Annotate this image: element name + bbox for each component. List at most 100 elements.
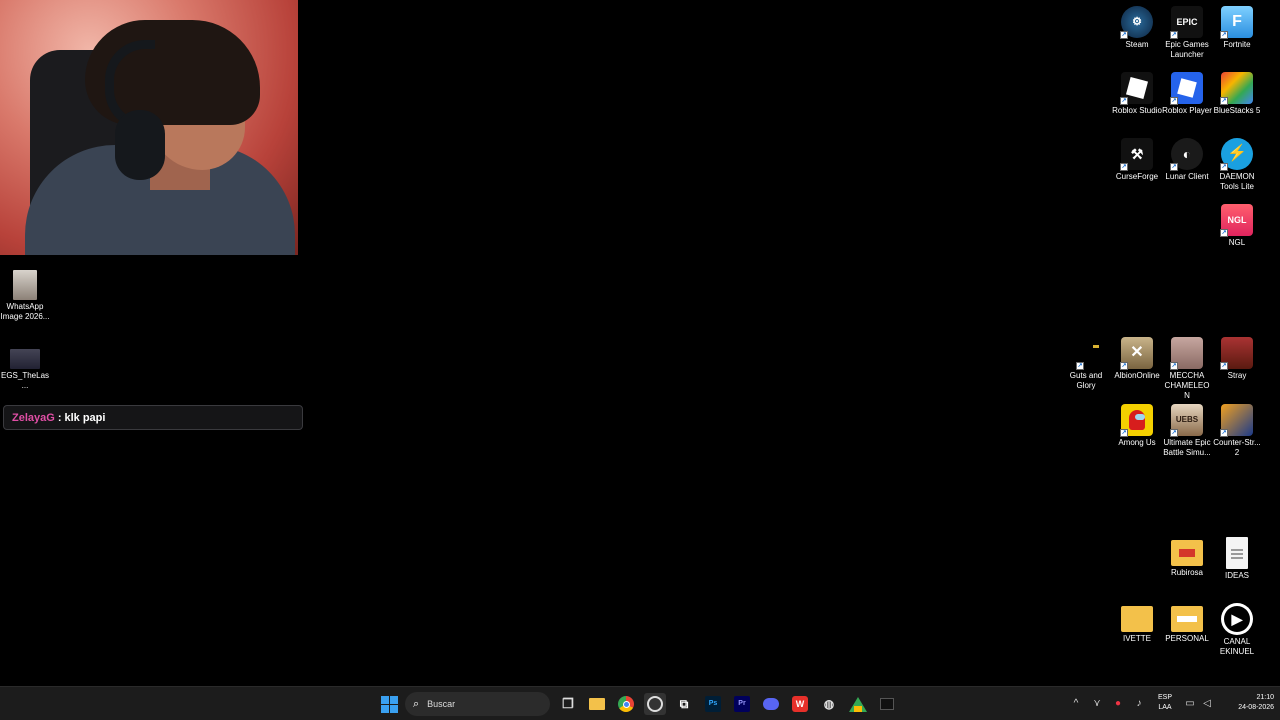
desktop-icon-label: Fortnite	[1223, 40, 1251, 49]
chrome-icon	[618, 696, 634, 712]
desktop-icon-personal[interactable]: PERSONAL	[1162, 603, 1212, 644]
webcam-overlay	[0, 0, 298, 255]
headphone-icon	[115, 110, 165, 180]
desktop-icon-label: Epic Games Launcher	[1165, 40, 1209, 59]
volume-icon[interactable]: ◁	[1200, 697, 1214, 711]
desktop-icon-uebs2[interactable]: UEBS ↗ Ultimate Epic Battle Simu...	[1162, 404, 1212, 458]
desktop-icon-curseforge[interactable]: ⚒ ↗ CurseForge	[1112, 138, 1162, 182]
stray-icon: ↗	[1220, 337, 1253, 370]
lightning-icon: ⚡ ↗	[1220, 138, 1253, 171]
task-view-icon: ❐	[562, 696, 574, 711]
photoshop-button[interactable]: Ps	[702, 693, 724, 715]
start-button[interactable]	[378, 693, 400, 715]
premiere-icon: Pr	[734, 696, 750, 712]
desktop-icon-egs-thelas[interactable]: EGS_TheLas...	[0, 349, 50, 391]
clock-date: 24-08-2026	[1238, 704, 1274, 711]
desktop-icon-albion-online[interactable]: ✕ ↗ AlbionOnline	[1112, 337, 1162, 381]
desktop-icon-bluestacks[interactable]: ↗ BlueStacks 5	[1212, 72, 1262, 116]
desktop-icon-label: IDEAS	[1224, 571, 1249, 580]
desktop-icon-steam[interactable]: ⚙ ↗ Steam	[1112, 6, 1162, 50]
google-drive-button[interactable]	[847, 693, 869, 715]
photoshop-icon: Ps	[705, 696, 721, 712]
desktop-icon-label: Guts and Glory	[1069, 371, 1103, 390]
desktop-icon-label: Lunar Client	[1165, 172, 1209, 181]
clock[interactable]: 21:10 24-08-2026	[1228, 693, 1274, 713]
lunar-client-icon: ◐ ↗	[1170, 138, 1203, 171]
network-tray-icon[interactable]: ⋎	[1090, 697, 1104, 711]
chat-separator: :	[57, 411, 62, 424]
search-box[interactable]: ⌕ Buscar	[405, 692, 550, 716]
lunar-client-taskbar-button[interactable]: ◍	[818, 693, 840, 715]
epic-games-icon: EPIC ↗	[1170, 6, 1203, 39]
desktop-icon-roblox-studio[interactable]: ↗ Roblox Studio	[1112, 72, 1162, 116]
desktop-icon-roblox-player[interactable]: ↗ Roblox Player	[1162, 72, 1212, 116]
desktop-icon-whatsapp-image[interactable]: WhatsApp Image 2026...	[0, 270, 50, 322]
play-icon: ▶	[1221, 603, 1253, 635]
epic-glyph: EPIC	[1176, 17, 1198, 27]
input-language[interactable]: ESP LAA	[1152, 693, 1178, 713]
desktop-icon-label: AlbionOnline	[1114, 371, 1160, 380]
discord-button[interactable]	[760, 693, 782, 715]
premiere-button[interactable]: Pr	[731, 693, 753, 715]
desktop-icon-lunar-client[interactable]: ◐ ↗ Lunar Client	[1162, 138, 1212, 182]
fortnite-icon: F ↗	[1220, 6, 1253, 39]
search-icon: ⌕	[413, 697, 420, 710]
desktop-icon-stray[interactable]: ↗ Stray	[1212, 337, 1262, 381]
desktop-icon-label: IVETTE	[1122, 634, 1151, 643]
folder-icon	[1171, 606, 1203, 632]
desktop-icon-meccha-chameleon[interactable]: ↗ MECCHA CHAMELEON	[1162, 337, 1212, 401]
wps-button[interactable]: W	[789, 693, 811, 715]
file-explorer-button[interactable]	[586, 693, 608, 715]
chat-text: klk papi	[64, 411, 106, 424]
desktop-icon-counter-strike[interactable]: ↗ Counter-Str... 2	[1212, 404, 1262, 458]
windows-icon	[380, 695, 398, 713]
fortnite-glyph: F	[1232, 13, 1242, 30]
bluestacks-icon: ↗	[1220, 72, 1253, 105]
chrome-button[interactable]	[615, 693, 637, 715]
desktop-icon-label: EGS_TheLas...	[0, 371, 50, 390]
image-thumbnail-icon	[13, 270, 37, 300]
desktop-icon-rubirosa[interactable]: Rubirosa	[1162, 537, 1212, 578]
desktop-icon-daemon-tools[interactable]: ⚡ ↗ DAEMON Tools Lite	[1212, 138, 1262, 192]
desktop-icon-label: WhatsApp Image 2026...	[0, 302, 50, 321]
desktop-icon-label: CurseForge	[1115, 172, 1159, 181]
folder-icon	[589, 698, 605, 710]
microphone-icon[interactable]: ♪	[1132, 697, 1146, 711]
roblox-studio-icon: ↗	[1120, 72, 1153, 105]
desktop-icon-epic-games[interactable]: EPIC ↗ Epic Games Launcher	[1162, 6, 1212, 60]
task-view-button[interactable]: ❐	[557, 693, 579, 715]
desktop-icon-label: Roblox Studio	[1112, 106, 1162, 115]
desktop-icon-canal-ekinuel[interactable]: ▶ CANAL EKINUEL	[1212, 603, 1262, 657]
chat-username: ZelayaG	[12, 411, 55, 424]
desktop-icon-label: Stray	[1227, 371, 1247, 380]
ngl-icon: NGL ↗	[1220, 204, 1253, 237]
terminal-icon	[880, 698, 894, 710]
desktop-icon-label: PERSONAL	[1165, 634, 1209, 643]
desktop-icon-label: Ultimate Epic Battle Simu...	[1163, 438, 1211, 457]
obs-button[interactable]	[644, 693, 666, 715]
desktop-icon-guts-and-glory[interactable]: ↗ Guts and Glory	[1061, 337, 1111, 391]
capcut-icon: ⧉	[679, 696, 689, 711]
capcut-button[interactable]: ⧉	[673, 693, 695, 715]
desktop-icon-label: DAEMON Tools Lite	[1219, 172, 1255, 191]
desktop-icon-ideas[interactable]: IDEAS	[1212, 537, 1262, 581]
desktop-icon-ivette[interactable]: IVETTE	[1112, 603, 1162, 644]
antivirus-tray-icon[interactable]: ●	[1111, 697, 1125, 711]
folder-icon	[1121, 606, 1153, 632]
crossed-swords-icon: ✕ ↗	[1120, 337, 1153, 370]
terminal-button[interactable]	[876, 693, 898, 715]
search-placeholder: Buscar	[427, 699, 456, 709]
desktop-icon-among-us[interactable]: ↗ Among Us	[1112, 404, 1162, 448]
language-layout: LAA	[1158, 704, 1172, 711]
desktop-icon-fortnite[interactable]: F ↗ Fortnite	[1212, 6, 1262, 50]
google-drive-icon	[849, 696, 867, 712]
desktop-icon-label: MECCHA CHAMELEON	[1164, 371, 1210, 400]
chevron-up-icon[interactable]: ^	[1069, 697, 1083, 711]
counter-strike-icon: ↗	[1220, 404, 1253, 437]
taskbar: ⌕ Buscar ❐ ⧉ Ps Pr W ◍ ^ ⋎ ● ♪ ESP LAA ▭…	[0, 686, 1280, 720]
uebs-glyph: UEBS	[1175, 415, 1199, 424]
desktop-icon-label: CANAL EKINUEL	[1219, 637, 1255, 656]
desktop-icon-ngl[interactable]: NGL ↗ NGL	[1212, 204, 1262, 248]
desktop-icon-label: Counter-Str... 2	[1213, 438, 1261, 457]
display-icon[interactable]: ▭	[1183, 697, 1197, 711]
